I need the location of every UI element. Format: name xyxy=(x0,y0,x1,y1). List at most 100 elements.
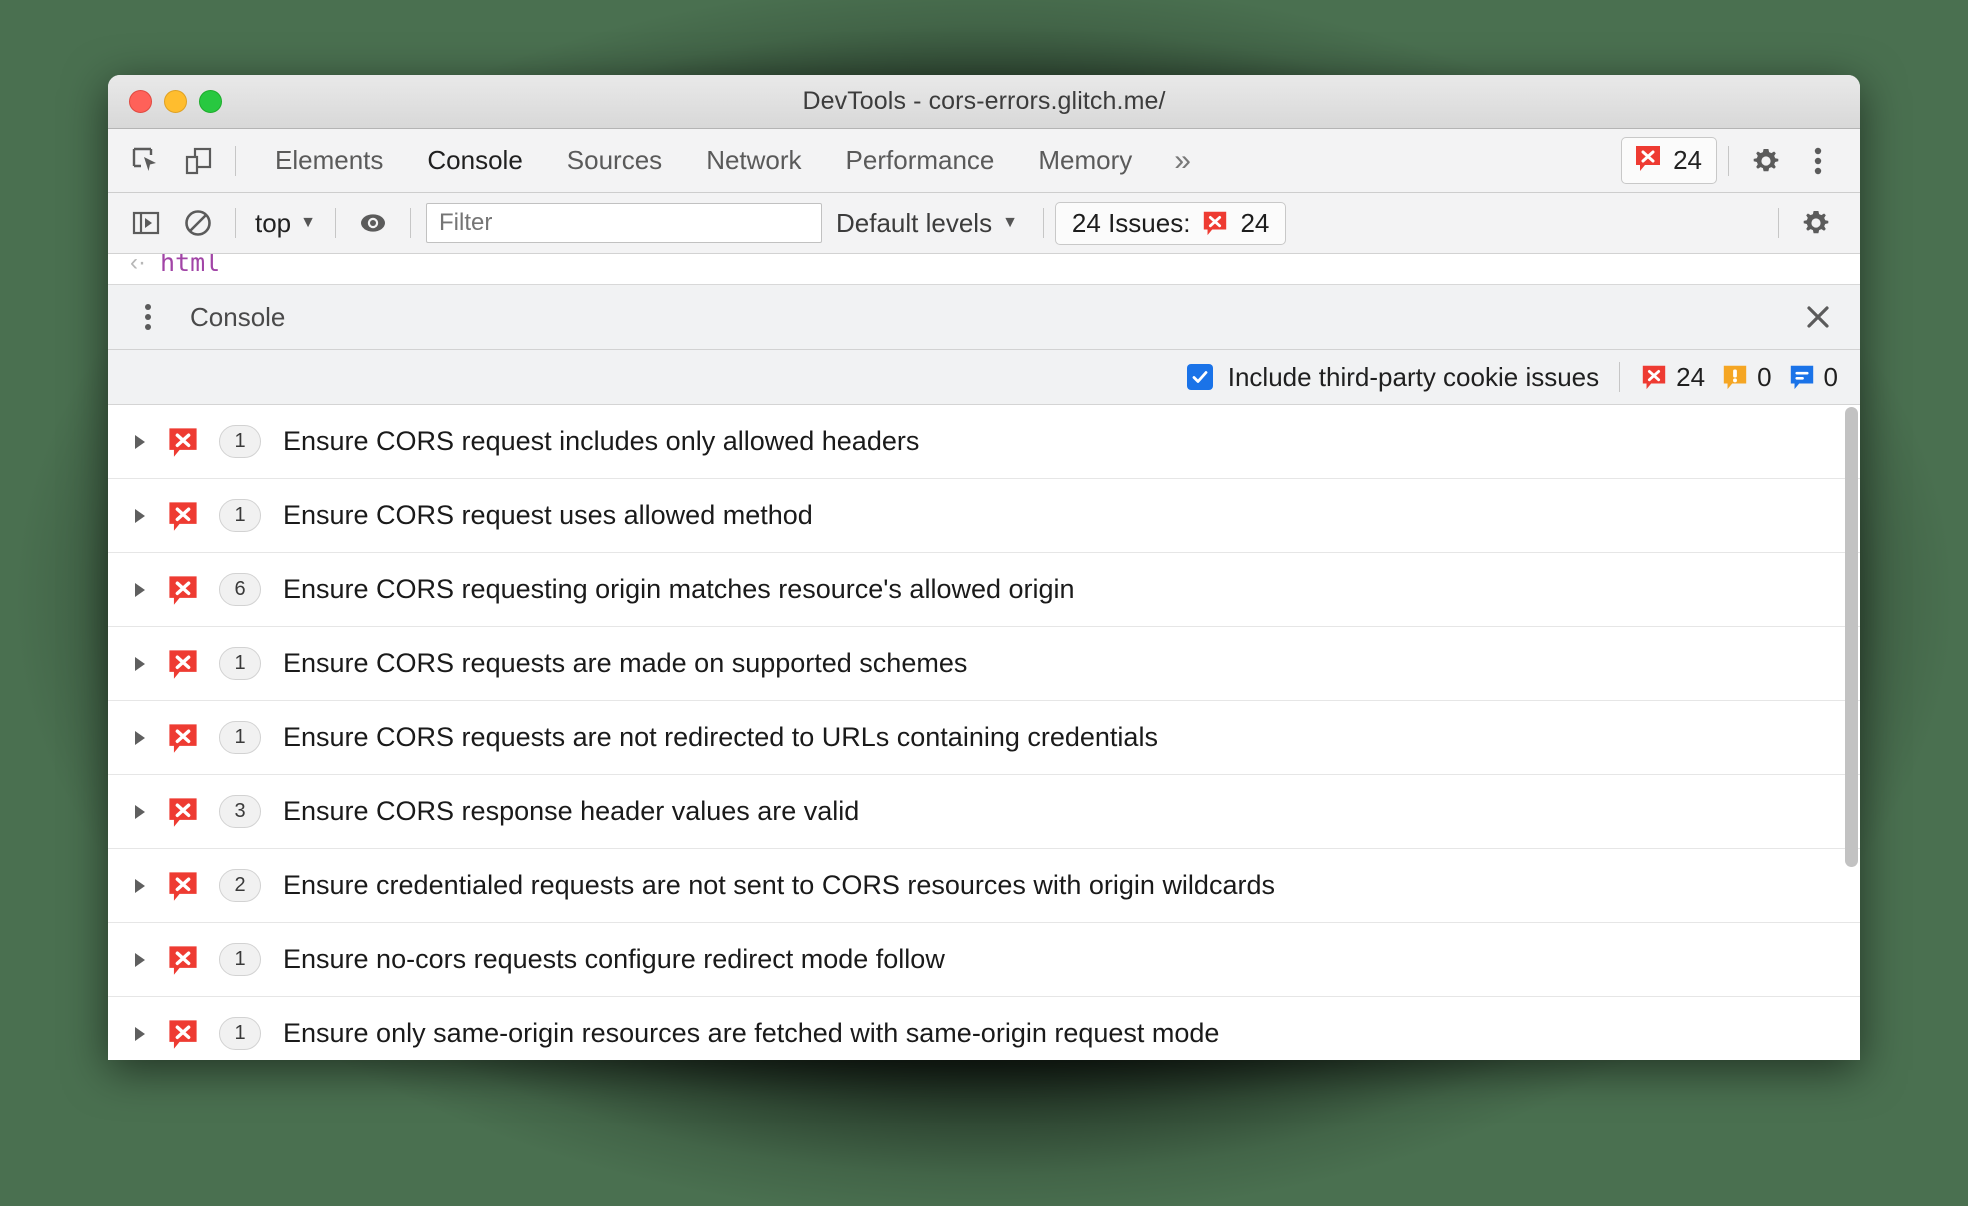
inspect-element-icon[interactable] xyxy=(120,135,172,187)
issues-button[interactable]: 24 Issues: 24 xyxy=(1054,201,1287,245)
issue-title: Ensure CORS requests are not redirected … xyxy=(283,722,1158,752)
table-row[interactable]: 3 Ensure CORS response header values are… xyxy=(108,775,1860,849)
chevron-down-icon: ▼ xyxy=(1002,214,1018,231)
more-tabs-icon[interactable]: » xyxy=(1154,129,1211,192)
scrollbar-thumb[interactable] xyxy=(1845,407,1858,867)
chevron-right-icon[interactable] xyxy=(132,433,158,451)
issue-title: Ensure credentialed requests are not sen… xyxy=(283,870,1275,900)
gear-icon[interactable] xyxy=(1740,135,1792,187)
toolbar-divider xyxy=(1619,362,1621,392)
live-expression-icon[interactable] xyxy=(347,197,399,249)
issues-button-count: 24 xyxy=(1240,207,1270,238)
table-row[interactable]: 1 Ensure CORS requests are not redirecte… xyxy=(108,701,1860,775)
tab-memory[interactable]: Memory xyxy=(1016,129,1154,192)
warning-counter-value: 0 xyxy=(1757,361,1772,392)
chevron-right-icon[interactable] xyxy=(132,1025,158,1043)
error-icon xyxy=(1633,143,1663,178)
toolbar-divider xyxy=(1778,208,1779,238)
issue-count-badge: 1 xyxy=(219,721,261,754)
chevron-right-icon[interactable] xyxy=(132,877,158,895)
gear-icon[interactable] xyxy=(1790,197,1842,249)
table-row[interactable]: 1 Ensure no-cors requests configure redi… xyxy=(108,923,1860,997)
error-icon xyxy=(166,647,200,681)
issue-title: Ensure CORS request includes only allowe… xyxy=(283,426,920,456)
tab-sources[interactable]: Sources xyxy=(545,129,684,192)
info-counter[interactable]: 0 xyxy=(1788,362,1838,393)
error-icon xyxy=(166,943,200,977)
issue-count-badge: 3 xyxy=(219,795,261,828)
filter-input[interactable] xyxy=(426,203,822,243)
issue-count-badge: 1 xyxy=(219,943,261,976)
issue-count-badge: 1 xyxy=(219,647,261,680)
error-icon xyxy=(166,573,200,607)
issues-list-scrollbar[interactable] xyxy=(1845,407,1858,1060)
toolbar-divider xyxy=(410,208,411,238)
close-icon[interactable] xyxy=(1796,295,1840,339)
clear-console-icon[interactable] xyxy=(172,197,224,249)
checkbox-checked-icon[interactable] xyxy=(1186,364,1213,390)
issue-count-badge: 1 xyxy=(219,425,261,458)
execution-context-selector[interactable]: top ▼ xyxy=(247,208,324,239)
error-icon xyxy=(166,425,200,459)
issue-counters: 24 0 0 xyxy=(1640,362,1838,393)
info-icon xyxy=(1788,363,1816,391)
info-counter-value: 0 xyxy=(1823,361,1838,392)
error-icon xyxy=(1640,363,1668,391)
toolbar-divider xyxy=(1728,145,1729,176)
execution-context-value: top xyxy=(255,207,292,238)
more-vertical-icon[interactable] xyxy=(126,295,170,339)
console-sidebar-icon[interactable] xyxy=(120,197,172,249)
issue-title: Ensure CORS requesting origin matches re… xyxy=(283,574,1075,604)
chevron-down-icon: ▼ xyxy=(300,214,316,231)
chevron-right-icon[interactable] xyxy=(132,729,158,747)
toolbar-divider xyxy=(235,145,236,176)
issues-button-label: 24 Issues: xyxy=(1071,207,1191,238)
table-row[interactable]: 1 Ensure only same-origin resources are … xyxy=(108,997,1860,1060)
window-titlebar: DevTools - cors-errors.glitch.me/ xyxy=(108,75,1860,129)
warning-counter[interactable]: 0 xyxy=(1721,361,1772,393)
chevron-right-icon[interactable] xyxy=(132,655,158,673)
chevron-right-icon[interactable] xyxy=(132,803,158,821)
table-row[interactable]: 1 Ensure CORS requests are made on suppo… xyxy=(108,627,1860,701)
toolbar-divider xyxy=(235,208,236,238)
chevron-right-icon[interactable] xyxy=(132,507,158,525)
tab-console[interactable]: Console xyxy=(405,129,544,192)
table-row[interactable]: 1 Ensure CORS request includes only allo… xyxy=(108,405,1860,479)
error-icon xyxy=(166,721,200,755)
table-row[interactable]: 1 Ensure CORS request uses allowed metho… xyxy=(108,479,1860,553)
table-row[interactable]: 6 Ensure CORS requesting origin matches … xyxy=(108,553,1860,627)
error-icon xyxy=(166,499,200,533)
error-count-badge[interactable]: 24 xyxy=(1621,137,1717,184)
more-vertical-icon[interactable] xyxy=(1792,135,1844,187)
console-toolbar-right-actions xyxy=(1767,197,1860,249)
error-icon xyxy=(1201,209,1229,237)
error-counter[interactable]: 24 xyxy=(1640,362,1705,393)
log-levels-label: Default levels xyxy=(836,207,993,238)
chevron-right-icon[interactable] xyxy=(132,951,158,969)
table-row[interactable]: 2 Ensure credentialed requests are not s… xyxy=(108,849,1860,923)
issue-title: Ensure no-cors requests configure redire… xyxy=(283,944,945,974)
issues-list[interactable]: 1 Ensure CORS request includes only allo… xyxy=(108,405,1860,1060)
checkbox-label: Include third-party cookie issues xyxy=(1227,361,1600,392)
issue-count-badge: 2 xyxy=(219,869,261,902)
log-levels-selector[interactable]: Default levels ▼ xyxy=(822,208,1032,239)
error-icon xyxy=(166,1017,200,1051)
issue-title: Ensure CORS response header values are v… xyxy=(283,796,860,826)
tab-performance[interactable]: Performance xyxy=(824,129,1017,192)
panel-tabs: Elements Console Sources Network Perform… xyxy=(253,129,1211,192)
issue-count-badge: 1 xyxy=(219,1017,261,1050)
issue-title: Ensure CORS request uses allowed method xyxy=(283,500,813,530)
device-toolbar-icon[interactable] xyxy=(172,135,224,187)
warning-icon xyxy=(1721,363,1749,391)
drawer-tab-console[interactable]: Console xyxy=(190,302,285,333)
window-title: DevTools - cors-errors.glitch.me/ xyxy=(802,87,1166,115)
error-counter-value: 24 xyxy=(1676,361,1706,392)
error-icon xyxy=(166,869,200,903)
error-icon xyxy=(166,795,200,829)
chevron-right-icon[interactable] xyxy=(132,581,158,599)
tab-elements[interactable]: Elements xyxy=(253,129,405,192)
console-output-line: ‹· html xyxy=(108,254,1860,285)
issue-title: Ensure CORS requests are made on support… xyxy=(283,648,968,678)
include-third-party-cookie-issues-checkbox[interactable]: Include third-party cookie issues xyxy=(1186,361,1600,393)
tab-network[interactable]: Network xyxy=(684,129,823,192)
